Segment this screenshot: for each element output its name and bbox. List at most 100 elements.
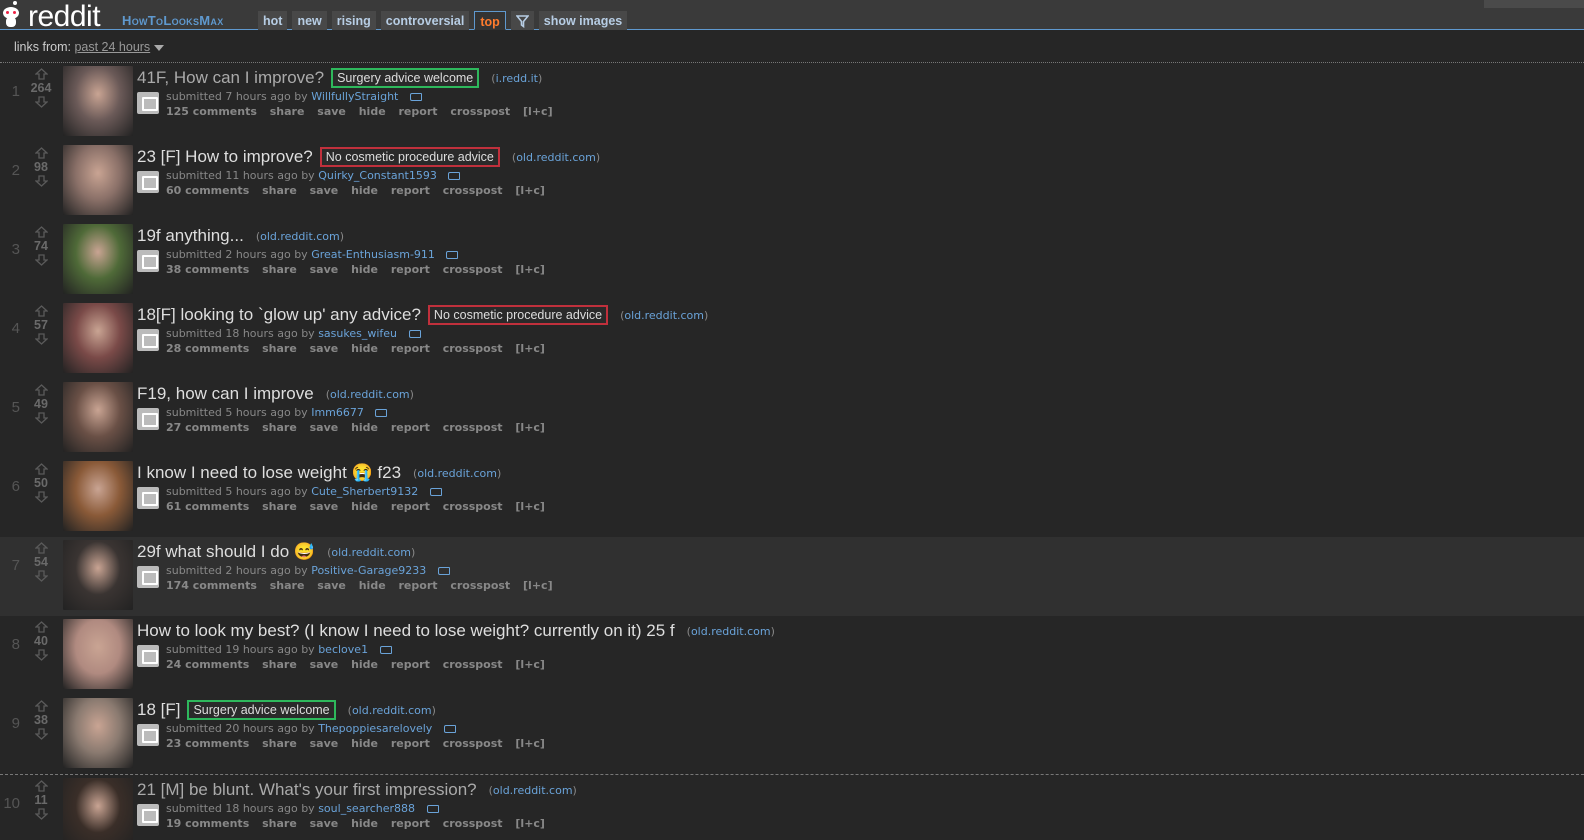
tag-icon[interactable] [409, 93, 422, 101]
post-author[interactable]: Quirky_Constant1593 [318, 169, 437, 182]
crosspost-button[interactable]: crosspost [443, 263, 503, 276]
upvote-icon[interactable] [34, 542, 48, 554]
domain-link[interactable]: old.reddit.com [260, 230, 340, 243]
post-title[interactable]: 21 [M] be blunt. What's your first impre… [137, 780, 477, 800]
post-author[interactable]: beclove1 [318, 643, 368, 656]
tag-icon[interactable] [443, 725, 456, 733]
post-domain[interactable]: (old.reddit.com) [620, 309, 708, 322]
lc-button[interactable]: [l+c] [515, 342, 545, 355]
save-button[interactable]: save [310, 737, 339, 750]
crosspost-button[interactable]: crosspost [443, 817, 503, 830]
tab-controversial[interactable]: controversial [380, 11, 470, 30]
downvote-icon[interactable] [34, 412, 48, 424]
crosspost-button[interactable]: crosspost [443, 342, 503, 355]
tab-rising[interactable]: rising [331, 11, 376, 30]
comments-link[interactable]: 125 comments [166, 105, 257, 118]
domain-link[interactable]: old.reddit.com [330, 388, 410, 401]
comments-link[interactable]: 24 comments [166, 658, 249, 671]
tag-icon[interactable] [375, 409, 388, 417]
share-button[interactable]: share [262, 263, 297, 276]
domain-link[interactable]: i.redd.it [496, 72, 538, 85]
downvote-icon[interactable] [34, 175, 48, 187]
hide-button[interactable]: hide [351, 500, 378, 513]
post-author[interactable]: Positive-Garage9233 [311, 564, 426, 577]
share-button[interactable]: share [270, 579, 305, 592]
post-domain[interactable]: (old.reddit.com) [489, 784, 577, 797]
comments-link[interactable]: 60 comments [166, 184, 249, 197]
lc-button[interactable]: [l+c] [515, 817, 545, 830]
reddit-logo[interactable]: reddit [0, 0, 101, 32]
crosspost-button[interactable]: crosspost [443, 184, 503, 197]
report-button[interactable]: report [391, 737, 430, 750]
lc-button[interactable]: [l+c] [515, 658, 545, 671]
post-author[interactable]: Thepoppiesarelovely [318, 722, 432, 735]
post-thumbnail[interactable] [63, 382, 133, 452]
upvote-icon[interactable] [34, 463, 48, 475]
report-button[interactable]: report [399, 579, 438, 592]
tag-icon[interactable] [448, 172, 461, 180]
post-thumbnail[interactable] [63, 224, 133, 294]
post-title[interactable]: 29f what should I do 😅 [137, 542, 315, 562]
share-button[interactable]: share [270, 105, 305, 118]
lc-button[interactable]: [l+c] [523, 105, 553, 118]
domain-link[interactable]: old.reddit.com [417, 467, 497, 480]
expand-media-icon[interactable] [137, 408, 159, 430]
report-button[interactable]: report [391, 500, 430, 513]
post-title[interactable]: 19f anything... [137, 226, 244, 246]
crosspost-button[interactable]: crosspost [450, 105, 510, 118]
share-button[interactable]: share [262, 817, 297, 830]
upvote-icon[interactable] [34, 384, 48, 396]
post-thumbnail[interactable] [63, 778, 133, 840]
post-domain[interactable]: (i.redd.it) [491, 72, 542, 85]
save-button[interactable]: save [317, 579, 346, 592]
post-thumbnail[interactable] [63, 540, 133, 610]
post-thumbnail[interactable] [63, 619, 133, 689]
expand-media-icon[interactable] [137, 804, 159, 826]
tab-top[interactable]: top [474, 11, 506, 30]
downvote-icon[interactable] [34, 570, 48, 582]
downvote-icon[interactable] [34, 808, 48, 820]
post-domain[interactable]: (old.reddit.com) [256, 230, 344, 243]
lc-button[interactable]: [l+c] [515, 421, 545, 434]
upvote-icon[interactable] [34, 305, 48, 317]
lc-button[interactable]: [l+c] [523, 579, 553, 592]
save-button[interactable]: save [310, 500, 339, 513]
save-button[interactable]: save [310, 421, 339, 434]
crosspost-button[interactable]: crosspost [443, 737, 503, 750]
report-button[interactable]: report [391, 184, 430, 197]
post-domain[interactable]: (old.reddit.com) [687, 625, 775, 638]
save-button[interactable]: save [310, 342, 339, 355]
lc-button[interactable]: [l+c] [515, 500, 545, 513]
expand-media-icon[interactable] [137, 645, 159, 667]
hide-button[interactable]: hide [351, 342, 378, 355]
post-thumbnail[interactable] [63, 303, 133, 373]
filter-button[interactable] [510, 11, 534, 30]
post-author[interactable]: Cute_Sherbert9132 [311, 485, 418, 498]
report-button[interactable]: report [391, 342, 430, 355]
share-button[interactable]: share [262, 658, 297, 671]
lc-button[interactable]: [l+c] [515, 184, 545, 197]
post-thumbnail[interactable] [63, 698, 133, 768]
upvote-icon[interactable] [34, 700, 48, 712]
post-title[interactable]: How to look my best? (I know I need to l… [137, 621, 675, 641]
tag-icon[interactable] [429, 488, 442, 496]
crosspost-button[interactable]: crosspost [450, 579, 510, 592]
post-thumbnail[interactable] [63, 145, 133, 215]
upvote-icon[interactable] [34, 68, 48, 80]
lc-button[interactable]: [l+c] [515, 263, 545, 276]
hide-button[interactable]: hide [351, 184, 378, 197]
tag-icon[interactable] [408, 330, 421, 338]
downvote-icon[interactable] [34, 649, 48, 661]
tab-new[interactable]: new [292, 11, 327, 30]
post-author[interactable]: Imm6677 [311, 406, 364, 419]
post-domain[interactable]: (old.reddit.com) [326, 388, 414, 401]
upvote-icon[interactable] [34, 621, 48, 633]
report-button[interactable]: report [391, 817, 430, 830]
show-images-button[interactable]: show images [538, 11, 628, 30]
save-button[interactable]: save [317, 105, 346, 118]
post-title[interactable]: I know I need to lose weight 😭 f23 [137, 463, 401, 483]
report-button[interactable]: report [399, 105, 438, 118]
tag-icon[interactable] [437, 567, 450, 575]
expand-media-icon[interactable] [137, 724, 159, 746]
post-author[interactable]: WillfullyStraight [311, 90, 398, 103]
